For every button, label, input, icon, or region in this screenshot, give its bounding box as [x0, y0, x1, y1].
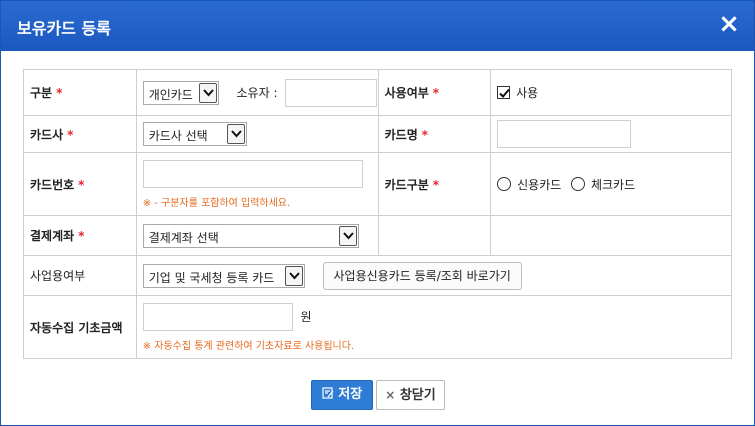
- empty-cell: [377, 215, 492, 256]
- chevron-down-icon: [284, 265, 303, 286]
- required-mark: *: [432, 86, 440, 100]
- category-label: 구분: [30, 86, 53, 100]
- category-label-cell: 구분 *: [23, 69, 137, 116]
- auto-amount-label-cell: 자동수집 기초금액: [23, 295, 137, 359]
- card-register-dialog: 보유카드 등록 × 구분 * 개인카드 소유자 : 사용여부 * 사용 카드사 …: [0, 0, 755, 426]
- category-select-value: 개인카드: [148, 87, 193, 102]
- required-mark: *: [421, 127, 429, 142]
- usage-control-cell: 사용: [490, 69, 732, 116]
- business-use-control-cell: 기업 및 국세청 등록 카드 사업용신용카드 등록/조회 바로가기: [135, 255, 733, 296]
- credit-card-radio[interactable]: [497, 177, 512, 191]
- payment-account-label-cell: 결제계좌 *: [23, 215, 137, 256]
- payment-account-select-value: 결제계좌 선택: [148, 230, 219, 245]
- required-mark: *: [78, 229, 85, 243]
- card-number-hint: ※ - 구분자를 포함하여 입력하세요.: [142, 197, 291, 209]
- owner-label: 소유자 :: [236, 86, 278, 100]
- payment-account-label: 결제계좌: [30, 229, 75, 243]
- form-row-payment-account: 결제계좌 * 결제계좌 선택: [23, 215, 732, 256]
- form-row-business-use: 사업용여부 기업 및 국세청 등록 카드 사업용신용카드 등록/조회 바로가기: [23, 255, 733, 296]
- card-type-control-cell: 신용카드 체크카드: [490, 152, 732, 216]
- card-number-label-cell: 카드번호 *: [23, 152, 137, 216]
- card-company-control-cell: 카드사 선택: [135, 115, 379, 153]
- close-window-button[interactable]: × 창닫기: [376, 380, 445, 410]
- usage-checkbox-label: 사용: [516, 86, 539, 100]
- save-button-label: 저장: [338, 387, 363, 402]
- form-row-category: 구분 * 개인카드 소유자 : 사용여부 * 사용: [23, 69, 732, 116]
- close-icon: ×: [385, 388, 396, 402]
- chevron-down-icon: [338, 225, 357, 246]
- card-number-control-cell: ※ - 구분자를 포함하여 입력하세요.: [135, 152, 379, 216]
- business-use-select[interactable]: 기업 및 국세청 등록 카드: [142, 263, 305, 288]
- card-number-label: 카드번호: [30, 177, 75, 192]
- card-type-label-cell: 카드구분 *: [377, 152, 492, 216]
- close-icon[interactable]: ×: [716, 11, 742, 37]
- form-row-card-number: 카드번호 * ※ - 구분자를 포함하여 입력하세요. 카드구분 * 신용카드 체크…: [23, 152, 732, 216]
- card-name-label-cell: 카드명 *: [377, 115, 492, 153]
- chevron-down-icon: [198, 82, 217, 103]
- checkmark-icon: [499, 88, 511, 98]
- edit-icon: [322, 387, 334, 399]
- close-window-button-label: 창닫기: [399, 388, 436, 403]
- payment-account-control-cell: 결제계좌 선택: [135, 215, 379, 256]
- auto-amount-label: 자동수집 기초금액: [30, 320, 123, 335]
- form-row-card-company: 카드사 * 카드사 선택 카드명 *: [23, 115, 732, 153]
- dialog-title: 보유카드 등록: [17, 19, 111, 38]
- card-number-input[interactable]: [142, 159, 363, 188]
- card-type-label: 카드구분: [384, 177, 429, 192]
- auto-amount-control-cell: 원 ※ 자동수집 통계 관련하여 기초자료로 사용됩니다.: [135, 295, 733, 359]
- category-select[interactable]: 개인카드: [142, 80, 219, 105]
- auto-amount-hint: ※ 자동수집 통계 관련하여 기초자료로 사용됩니다.: [142, 340, 355, 352]
- credit-card-radio-label: 신용카드: [517, 177, 562, 192]
- card-company-select[interactable]: 카드사 선택: [142, 122, 247, 146]
- form-row-auto-amount: 자동수집 기초금액 원 ※ 자동수집 통계 관련하여 기초자료로 사용됩니다.: [23, 295, 733, 359]
- category-control-cell: 개인카드 소유자 :: [135, 69, 379, 116]
- card-company-label: 카드사: [30, 127, 64, 142]
- business-use-label-cell: 사업용여부: [23, 255, 137, 296]
- card-company-select-value: 카드사 선택: [148, 129, 208, 143]
- required-mark: *: [56, 86, 63, 100]
- business-use-select-value: 기업 및 국세청 등록 카드: [148, 270, 275, 285]
- save-button[interactable]: 저장: [311, 380, 373, 410]
- business-card-link-button[interactable]: 사업용신용카드 등록/조회 바로가기: [322, 261, 522, 290]
- card-name-input[interactable]: [497, 120, 632, 148]
- usage-label: 사용여부: [384, 86, 429, 100]
- auto-amount-unit: 원: [300, 310, 312, 324]
- check-card-radio-label: 체크카드: [590, 177, 636, 192]
- check-card-radio[interactable]: [571, 177, 586, 191]
- chevron-down-icon: [226, 124, 245, 144]
- card-name-control-cell: [490, 115, 732, 153]
- auto-amount-input[interactable]: [142, 302, 293, 331]
- owner-input[interactable]: [285, 78, 378, 107]
- required-mark: *: [67, 127, 74, 142]
- required-mark: *: [432, 177, 440, 192]
- business-use-label: 사업용여부: [30, 269, 86, 283]
- card-form: 구분 * 개인카드 소유자 : 사용여부 * 사용 카드사 * 카드사 선택 카…: [23, 69, 733, 359]
- dialog-titlebar: 보유카드 등록 ×: [1, 1, 754, 51]
- card-name-label: 카드명: [384, 127, 418, 142]
- empty-cell: [490, 215, 732, 256]
- payment-account-select[interactable]: 결제계좌 선택: [142, 223, 359, 248]
- usage-checkbox[interactable]: [497, 86, 511, 99]
- required-mark: *: [78, 177, 85, 192]
- usage-label-cell: 사용여부 *: [377, 69, 492, 116]
- card-company-label-cell: 카드사 *: [23, 115, 137, 153]
